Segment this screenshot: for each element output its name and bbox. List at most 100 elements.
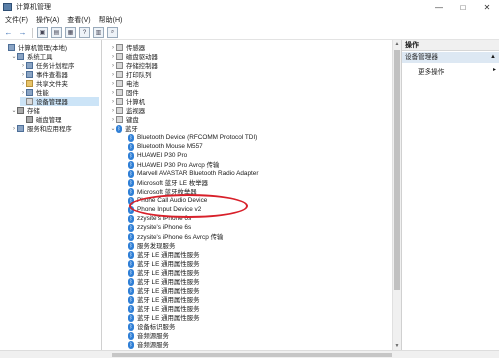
collapse-icon[interactable]: ▲ (490, 52, 496, 63)
tree-item[interactable]: › 服务和应用程序 (11, 124, 99, 133)
bluetooth-icon: ᛒ (128, 133, 134, 142)
device-category[interactable]: › 监视器 (110, 106, 145, 115)
bluetooth-device-item[interactable]: ᛒ 蓝牙 LE 通用属性服务 (122, 286, 200, 295)
bluetooth-device-item[interactable]: ᛒ 蓝牙 LE 通用属性服务 (122, 277, 200, 286)
bluetooth-device-item[interactable]: ᛒ 蓝牙 LE 通用属性服务 (122, 259, 200, 268)
device-category[interactable]: › 存储控制器 (110, 61, 158, 70)
scroll-down-icon[interactable]: ▼ (393, 342, 401, 350)
device-label: 音频源服务 (137, 333, 169, 340)
device-category[interactable]: › 电池 (110, 79, 139, 88)
device-manager-pane: ▲ ▼ › 传感器 › 磁盘驱动器 › 存储控制器 › 打印队列 › 电池 › 固件 › 计算机 › 监视器 ›… (102, 40, 402, 350)
device-label: 服务发现服务 (137, 243, 176, 250)
help-icon[interactable]: ? (79, 27, 90, 38)
bluetooth-icon: ᛒ (128, 160, 134, 169)
tree-item[interactable]: ⌄ 存储 (11, 106, 99, 115)
actions-section-device-manager[interactable]: 设备管理器 ▲ (402, 52, 499, 63)
bluetooth-device-item[interactable]: ᛒ 蓝牙 LE 通用属性服务 (122, 250, 200, 259)
up-level-icon[interactable]: ▣ (37, 27, 48, 38)
tree-item[interactable]: › 性能 (20, 88, 99, 97)
device-label: 音频源服务 (137, 342, 169, 349)
actions-section-label: 设备管理器 (405, 54, 438, 61)
tree-item-label: 任务计划程序 (36, 63, 75, 70)
device-label: 传感器 (126, 45, 146, 52)
bluetooth-device-item[interactable]: ᛒ 音频源服务 (122, 340, 169, 349)
device-category-icon (116, 89, 123, 96)
maximize-button[interactable]: □ (451, 0, 475, 14)
more-actions-link[interactable]: 更多操作 (418, 66, 444, 76)
minimize-button[interactable]: — (427, 0, 451, 14)
tree-item[interactable]: › 任务计划程序 (20, 61, 99, 70)
tree-item-label: 性能 (36, 90, 49, 97)
device-category[interactable]: › 传感器 (110, 43, 145, 52)
tree-item[interactable]: › 共享文件夹 (20, 79, 99, 88)
bluetooth-device-item[interactable]: ᛒ zzysite's iPhone 6s (122, 223, 191, 232)
device-category[interactable]: › 计算机 (110, 97, 145, 106)
tree-item[interactable]: 磁盘管理 (20, 115, 99, 124)
menu-file[interactable]: 文件(F) (5, 15, 28, 25)
bluetooth-icon: ᛒ (128, 250, 134, 259)
close-button[interactable]: ✕ (475, 0, 499, 14)
bluetooth-device-item[interactable]: ᛒ 设备标识服务 (122, 322, 175, 331)
tool-icon (8, 44, 15, 51)
device-category[interactable]: › 键盘 (110, 115, 139, 124)
bluetooth-device-item[interactable]: ᛒ 蓝牙 LE 通用属性服务 (122, 304, 200, 313)
vertical-scrollbar[interactable]: ▲ ▼ (392, 40, 401, 350)
device-label: 设备标识服务 (137, 324, 176, 331)
bluetooth-icon: ᛒ (128, 223, 134, 232)
device-category-icon (116, 71, 123, 78)
device-label: Marvell AVASTAR Bluetooth Radio Adapter (137, 170, 259, 177)
device-category[interactable]: › 固件 (110, 88, 139, 97)
tree-item-label: 设备管理器 (36, 99, 68, 106)
tree-item-label: 计算机管理(本地) (18, 45, 67, 52)
bluetooth-device-item[interactable]: ᛒ HUAWEI P30 Pro (122, 151, 187, 160)
computer-management-icon (3, 3, 12, 11)
scan-hardware-icon[interactable]: ⌕ (107, 27, 118, 38)
bluetooth-device-item[interactable]: ᛒ Marvell AVASTAR Bluetooth Radio Adapter (122, 169, 258, 178)
device-category-icon (116, 62, 123, 69)
bluetooth-device-item[interactable]: ᛒ Bluetooth Device (RFCOMM Protocol TDI) (122, 133, 257, 142)
device-label: zzysite's iPhone 6s (137, 224, 192, 231)
menu-action[interactable]: 操作(A) (36, 15, 59, 25)
scroll-up-icon[interactable]: ▲ (393, 40, 401, 48)
device-label: Microsoft 蓝牙 LE 枚举器 (137, 180, 209, 187)
tree-item[interactable]: ⌄ 系统工具 (11, 52, 99, 61)
tree-item[interactable]: › 事件查看器 (20, 70, 99, 79)
bluetooth-device-item[interactable]: ᛒ 蓝牙 LE 通用属性服务 (122, 268, 200, 277)
device-category[interactable]: › 磁盘驱动器 (110, 52, 158, 61)
show-hide-tree-icon[interactable]: ▤ (51, 27, 62, 38)
tree-item[interactable]: 设备管理器 (20, 97, 99, 106)
forward-arrow-icon[interactable]: → (17, 27, 28, 38)
bluetooth-device-item[interactable]: ᛒ zzysite's iPhone 6s Avrcp 传输 (122, 232, 223, 241)
device-category-icon (116, 80, 123, 87)
device-label: 存储控制器 (126, 63, 158, 70)
horizontal-scrollbar-thumb[interactable] (112, 353, 392, 357)
tool-icon (17, 125, 24, 132)
toolbar-separator (32, 27, 33, 38)
more-actions-arrow-icon[interactable]: ▸ (493, 66, 496, 73)
tree-item[interactable]: 计算机管理(本地) (2, 43, 99, 52)
properties-icon[interactable]: ▦ (65, 27, 76, 38)
device-label: Bluetooth Device (RFCOMM Protocol TDI) (137, 134, 258, 141)
device-label: 蓝牙 LE 通用属性服务 (137, 288, 200, 295)
tree-item-label: 存储 (27, 108, 40, 115)
menu-help[interactable]: 帮助(H) (99, 15, 123, 25)
bluetooth-device-item[interactable]: ᛒ 音频源服务 (122, 331, 169, 340)
bluetooth-device-item[interactable]: ᛒ 服务发现服务 (122, 241, 175, 250)
back-arrow-icon[interactable]: ← (3, 27, 14, 38)
highlight-annotation-circle (129, 194, 248, 218)
bluetooth-device-item[interactable]: ᛒ 蓝牙 LE 通用属性服务 (122, 295, 200, 304)
console-icon[interactable]: ▥ (93, 27, 104, 38)
horizontal-scrollbar[interactable] (0, 350, 499, 358)
bluetooth-device-item[interactable]: ᛒ HUAWEI P30 Pro Avrcp 传输 (122, 160, 219, 169)
bluetooth-icon: ᛒ (128, 331, 134, 340)
bluetooth-device-item[interactable]: ᛒ Microsoft 蓝牙 LE 枚举器 (122, 178, 208, 187)
device-label: 蓝牙 LE 通用属性服务 (137, 270, 200, 277)
bluetooth-icon: ᛒ (128, 286, 134, 295)
bluetooth-device-item[interactable]: ᛒ 蓝牙 LE 通用属性服务 (122, 313, 200, 322)
bluetooth-device-item[interactable]: ᛒ Bluetooth Mouse M557 (122, 142, 203, 151)
title-bar: 计算机管理 — □ ✕ (0, 0, 499, 14)
device-category[interactable]: › 打印队列 (110, 70, 152, 79)
device-category[interactable]: ⌄ ᛒ 蓝牙 (110, 124, 138, 133)
menu-view[interactable]: 查看(V) (67, 15, 90, 25)
scrollbar-thumb[interactable] (394, 50, 400, 290)
